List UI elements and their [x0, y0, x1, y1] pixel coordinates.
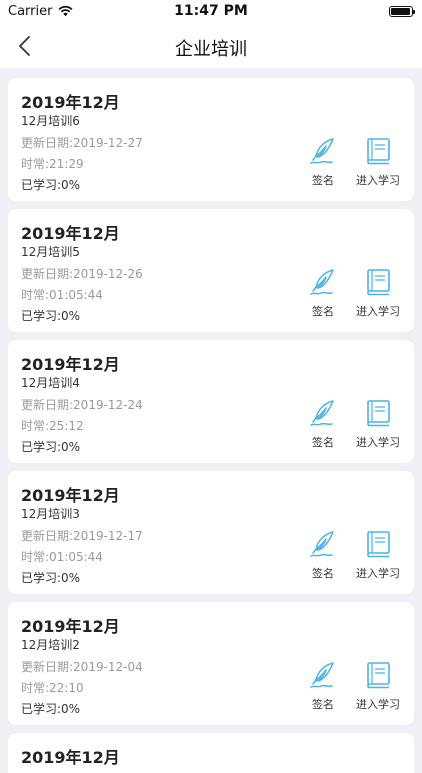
training-progress: 已学习:0%	[21, 702, 81, 716]
start-learning-button[interactable]: 进入学习	[348, 136, 408, 188]
sign-button[interactable]: 签名	[293, 136, 353, 188]
sign-label: 签名	[312, 174, 334, 187]
start-learning-label: 进入学习	[356, 567, 400, 580]
training-name: 12月培训5	[21, 245, 80, 259]
page-title: 企业培训	[175, 39, 247, 60]
sign-label: 签名	[312, 436, 334, 449]
training-card: 2019年12月 12月培训2 更新日期:2019-12-04 时常:22:10…	[8, 602, 414, 725]
training-card: 2019年12月 12月培训4 更新日期:2019-12-24 时常:25:12…	[8, 340, 414, 463]
training-update-date: 更新日期:2019-12-27	[21, 136, 143, 150]
book-icon	[367, 269, 390, 296]
status-bar: Carrier 11:47 PM	[0, 0, 422, 24]
training-progress: 已学习:0%	[21, 571, 81, 585]
start-learning-button[interactable]: 进入学习	[348, 529, 408, 581]
training-month: 2019年12月	[21, 486, 120, 505]
training-name: 12月培训4	[21, 376, 80, 390]
clock: 11:47 PM	[174, 3, 248, 19]
book-icon	[367, 138, 390, 165]
start-learning-button[interactable]: 进入学习	[348, 267, 408, 319]
training-duration: 时常:25:12	[21, 419, 84, 433]
training-update-date: 更新日期:2019-12-17	[21, 529, 143, 543]
training-month: 2019年12月	[21, 617, 120, 636]
battery-icon	[389, 6, 415, 17]
sign-label: 签名	[312, 567, 334, 580]
start-learning-button[interactable]: 进入学习	[348, 398, 408, 450]
training-duration: 时常:01:05:44	[21, 288, 103, 302]
sign-button[interactable]: 签名	[293, 267, 353, 319]
nav-bar: 企业培训	[0, 24, 422, 68]
training-duration: 时常:21:29	[21, 157, 84, 171]
training-update-date: 更新日期:2019-12-26	[21, 267, 143, 281]
training-progress: 已学习:0%	[21, 178, 81, 192]
training-month: 2019年12月	[21, 748, 120, 767]
quill-pen-icon	[310, 400, 334, 426]
training-list: 2019年12月 12月培训6 更新日期:2019-12-27 时常:21:29…	[8, 78, 414, 773]
training-card: 2019年12月 12月培训3 更新日期:2019-12-17 时常:01:05…	[8, 471, 414, 594]
sign-button[interactable]: 签名	[293, 660, 353, 712]
training-name: 12月培训6	[21, 114, 80, 128]
quill-pen-icon	[310, 269, 334, 295]
sign-button[interactable]: 签名	[293, 529, 353, 581]
sign-label: 签名	[312, 305, 334, 318]
start-learning-button[interactable]: 进入学习	[348, 660, 408, 712]
training-duration: 时常:01:05:44	[21, 550, 103, 564]
book-icon	[367, 531, 390, 558]
training-card-partial: 2019年12月	[8, 733, 414, 773]
book-icon	[367, 400, 390, 427]
start-learning-label: 进入学习	[356, 436, 400, 449]
quill-pen-icon	[310, 138, 334, 164]
training-month: 2019年12月	[21, 355, 120, 374]
training-month: 2019年12月	[21, 93, 120, 112]
start-learning-label: 进入学习	[356, 174, 400, 187]
training-card: 2019年12月 12月培训6 更新日期:2019-12-27 时常:21:29…	[8, 78, 414, 201]
training-duration: 时常:22:10	[21, 681, 84, 695]
book-icon	[367, 662, 390, 689]
training-progress: 已学习:0%	[21, 309, 81, 323]
sign-label: 签名	[312, 698, 334, 711]
training-month: 2019年12月	[21, 224, 120, 243]
sign-button[interactable]: 签名	[293, 398, 353, 450]
training-name: 12月培训3	[21, 507, 80, 521]
training-name: 12月培训2	[21, 638, 80, 652]
training-update-date: 更新日期:2019-12-04	[21, 660, 143, 674]
training-progress: 已学习:0%	[21, 440, 81, 454]
start-learning-label: 进入学习	[356, 305, 400, 318]
training-update-date: 更新日期:2019-12-24	[21, 398, 143, 412]
quill-pen-icon	[310, 531, 334, 557]
training-card: 2019年12月 12月培训5 更新日期:2019-12-26 时常:01:05…	[8, 209, 414, 332]
quill-pen-icon	[310, 662, 334, 688]
start-learning-label: 进入学习	[356, 698, 400, 711]
